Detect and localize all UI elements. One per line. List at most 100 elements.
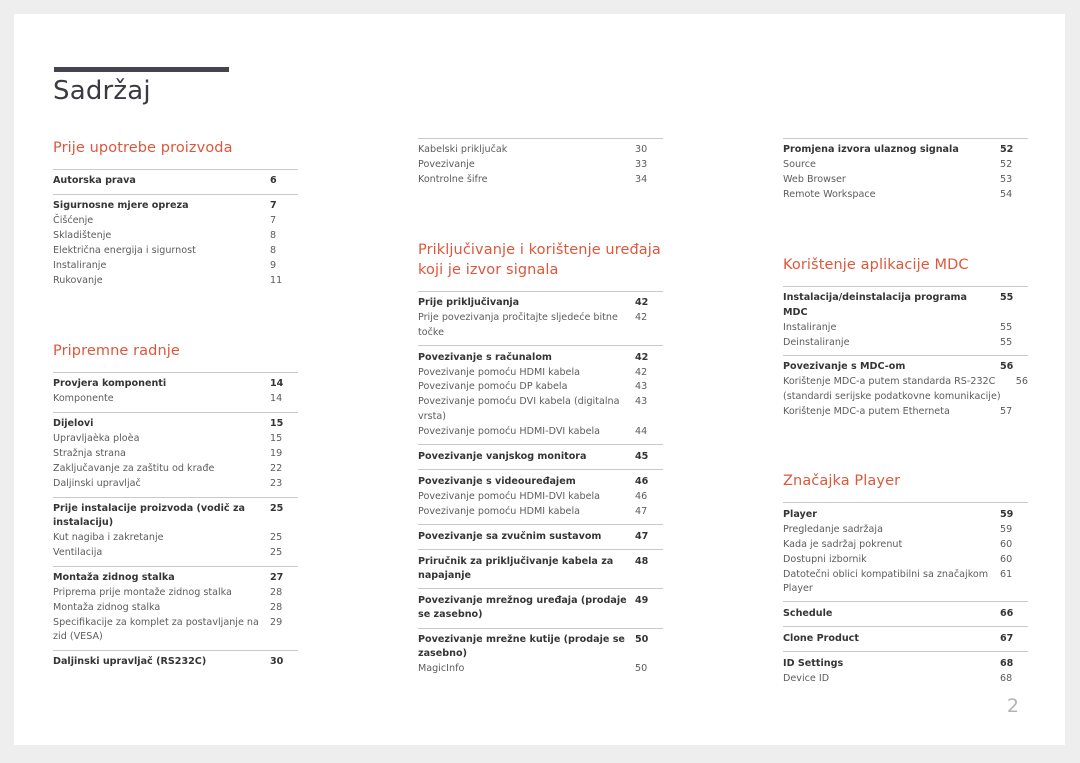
toc-entry-sub[interactable]: Device ID 68 <box>783 671 1028 686</box>
toc-entry-primary[interactable]: Povezivanje s videouređajem 46 <box>418 474 663 489</box>
toc-entry-primary[interactable]: Povezivanje vanjskog monitora 45 <box>418 449 663 464</box>
toc-entry-sub[interactable]: Povezivanje pomoću DP kabela 43 <box>418 380 663 395</box>
toc-entry-page: 25 <box>270 503 284 515</box>
toc-group: Schedule 66 <box>783 601 1028 626</box>
toc-column: Promjena izvora ulaznog signala 52 Source 5… <box>783 138 1028 691</box>
toc-entry-primary[interactable]: Povezivanje s MDC-om 56 <box>783 360 1028 375</box>
toc-entry-label: Povezivanje mrežnog uređaja (prodaje se … <box>418 594 627 620</box>
toc-entry-sub[interactable]: Prije povezivanja pročitajte sljedeće bi… <box>418 311 663 340</box>
toc-entry-sub[interactable]: Korištenje MDC-a putem Etherneta 57 <box>783 404 1028 419</box>
toc-entry-sub[interactable]: Povezivanje pomoću HDMI kabela 47 <box>418 504 663 519</box>
toc-entry-sub[interactable]: MagicInfo 50 <box>418 662 663 677</box>
toc-entry-primary[interactable]: Dijelovi 15 <box>53 417 298 432</box>
toc-entry-label: Promjena izvora ulaznog signala <box>783 144 959 156</box>
toc-entry-sub[interactable]: Stražnja strana 19 <box>53 447 298 462</box>
toc-group: Povezivanje mrežne kutije (prodaje se za… <box>418 627 663 682</box>
toc-entry-label: ID Settings <box>783 657 844 669</box>
toc-entry-primary[interactable]: Prije priključivanja 42 <box>418 296 663 311</box>
toc-entry-sub[interactable]: Instaliranje 55 <box>783 320 1028 335</box>
toc-entry-primary[interactable]: ID Settings 68 <box>783 656 1028 671</box>
toc-entry-primary[interactable]: Instalacija/deinstalacija programa MDC 55 <box>783 291 1028 320</box>
toc-entry-sub[interactable]: Kada je sadržaj pokrenut 60 <box>783 537 1028 552</box>
toc-group: Prije instalacije proizvoda (vodič za in… <box>53 496 298 566</box>
toc-entry-sub[interactable]: Daljinski upravljač 23 <box>53 477 298 492</box>
toc-entry-sub[interactable]: Dostupni izbornik 60 <box>783 552 1028 567</box>
toc-group: Promjena izvora ulaznog signala 52 Source 5… <box>783 138 1028 208</box>
section-heading: Značajka Player <box>783 473 901 490</box>
toc-entry-sub[interactable]: Skladištenje 8 <box>53 229 298 244</box>
toc-entry-sub[interactable]: Datotečni oblici kompatibilni sa značajk… <box>783 567 1028 596</box>
toc-entry-primary[interactable]: Promjena izvora ulaznog signala 52 <box>783 143 1028 158</box>
toc-entry-primary[interactable]: Schedule 66 <box>783 606 1028 621</box>
toc-entry-sub[interactable]: Ventilacija 25 <box>53 546 298 561</box>
toc-entry-label: Povezivanje s računalom <box>418 351 552 363</box>
toc-entry-primary[interactable]: Daljinski upravljač (RS232C) 30 <box>53 655 298 670</box>
toc-entry-sub[interactable]: Čišćenje 7 <box>53 214 298 229</box>
toc-entry-label: Rukovanje <box>53 275 103 287</box>
toc-entry-primary[interactable]: Montaža zidnog stalka 27 <box>53 571 298 586</box>
toc-group: Daljinski upravljač (RS232C) 30 <box>53 650 298 675</box>
toc-entry-page: 6 <box>270 175 277 187</box>
toc-entry-label: Skladištenje <box>53 230 112 242</box>
toc-entry-sub[interactable]: Instaliranje 9 <box>53 259 298 274</box>
toc-entry-sub[interactable]: Korištenje MDC-a putem standarda RS-232C… <box>783 375 1028 404</box>
toc-entry-page: 43 <box>635 396 648 408</box>
toc-entry-sub[interactable]: Web Browser 53 <box>783 173 1028 188</box>
toc-entry-primary[interactable]: Provjera komponenti 14 <box>53 377 298 392</box>
toc-entry-sub[interactable]: Povezivanje pomoću HDMI kabela 42 <box>418 365 663 380</box>
toc-entry-sub[interactable]: Specifikacije za komplet za postavljanje… <box>53 616 298 645</box>
toc-entry-primary[interactable]: Sigurnosne mjere opreza 7 <box>53 199 298 214</box>
toc-entry-sub[interactable]: Source 52 <box>783 158 1028 173</box>
toc-entry-sub[interactable]: Električna energija i sigurnost 8 <box>53 244 298 259</box>
toc-entry-page: 7 <box>270 215 277 227</box>
toc-entry-primary[interactable]: Povezivanje sa zvučnim sustavom 47 <box>418 529 663 544</box>
toc-entry-sub[interactable]: Kabelski priključak 30 <box>418 143 663 158</box>
toc-entry-sub[interactable]: Povezivanje pomoću DVI kabela (digitalna… <box>418 395 663 424</box>
toc-entry-label: Korištenje MDC-a putem standarda RS-232C… <box>783 376 1001 402</box>
toc-group: Priručnik za priključivanje kabela za na… <box>418 549 663 588</box>
toc-entry-primary[interactable]: Autorska prava 6 <box>53 174 298 189</box>
toc-entry-label: Povezivanje pomoću HDMI kabela <box>418 505 580 517</box>
toc-entry-primary[interactable]: Prije instalacije proizvoda (vodič za in… <box>53 502 298 531</box>
toc-entry-page: 59 <box>1000 508 1014 520</box>
toc-entry-page: 15 <box>270 433 283 445</box>
toc-entry-sub[interactable]: Povezivanje 33 <box>418 158 663 173</box>
toc-entry-sub[interactable]: Montaža zidnog stalka 28 <box>53 601 298 616</box>
toc-entry-primary[interactable]: Povezivanje mrežne kutije (prodaje se za… <box>418 633 663 662</box>
toc-entry-sub[interactable]: Priprema prije montaže zidnog stalka 28 <box>53 586 298 601</box>
toc-entry-page: 7 <box>270 200 277 212</box>
toc-entry-sub[interactable]: Kontrolne šifre 34 <box>418 173 663 188</box>
toc-entry-sub[interactable]: Pregledanje sadržaja 59 <box>783 522 1028 537</box>
toc-entry-sub[interactable]: Rukovanje 11 <box>53 274 298 289</box>
toc-entry-page: 29 <box>270 617 283 629</box>
toc-entry-page: 33 <box>635 159 648 171</box>
toc-entry-sub[interactable]: Kut nagiba i zakretanje 25 <box>53 531 298 546</box>
toc-entry-label: Povezivanje pomoću HDMI kabela <box>418 366 580 378</box>
toc-entry-label: Povezivanje pomoću HDMI-DVI kabela <box>418 490 601 502</box>
toc-entry-sub[interactable]: Zaključavanje za zaštitu od krađe 22 <box>53 462 298 477</box>
toc-entry-sub[interactable]: Komponente 14 <box>53 392 298 407</box>
toc-entry-primary[interactable]: Player 59 <box>783 507 1028 522</box>
toc-entry-label: Komponente <box>53 393 114 405</box>
toc-entry-sub[interactable]: Upravljaèka ploèa 15 <box>53 432 298 447</box>
toc-group: ID Settings 68 Device ID 68 <box>783 651 1028 691</box>
toc-entry-page: 8 <box>270 230 277 242</box>
toc-entry-label: Source <box>783 159 816 171</box>
toc-entry-sub[interactable]: Povezivanje pomoću HDMI-DVI kabela 46 <box>418 489 663 504</box>
toc-entry-primary[interactable]: Povezivanje s računalom 42 <box>418 350 663 365</box>
toc-entry-sub[interactable]: Povezivanje pomoću HDMI-DVI kabela 44 <box>418 424 663 439</box>
toc-group: Povezivanje sa zvučnim sustavom 47 <box>418 524 663 549</box>
toc-entry-label: Električna energija i sigurnost <box>53 245 196 257</box>
toc-entry-primary[interactable]: Clone Product 67 <box>783 631 1028 646</box>
toc-entry-sub[interactable]: Deinstaliranje 55 <box>783 335 1028 350</box>
toc-entry-page: 50 <box>635 663 648 675</box>
toc-group: Povezivanje s MDC-om 56 Korištenje MDC-a p… <box>783 355 1028 424</box>
toc-entry-page: 27 <box>270 572 284 584</box>
toc-entry-page: 14 <box>270 393 283 405</box>
toc-entry-sub[interactable]: Remote Workspace 54 <box>783 188 1028 203</box>
toc-entry-primary[interactable]: Povezivanje mrežnog uređaja (prodaje se … <box>418 593 663 622</box>
toc-entry-primary[interactable]: Priručnik za priključivanje kabela za na… <box>418 554 663 583</box>
toc-group: Dijelovi 15 Upravljaèka ploèa 15 Stražnja st… <box>53 411 298 497</box>
toc-entry-label: Instalacija/deinstalacija programa MDC <box>783 292 968 318</box>
toc-entry-page: 55 <box>1000 292 1014 304</box>
